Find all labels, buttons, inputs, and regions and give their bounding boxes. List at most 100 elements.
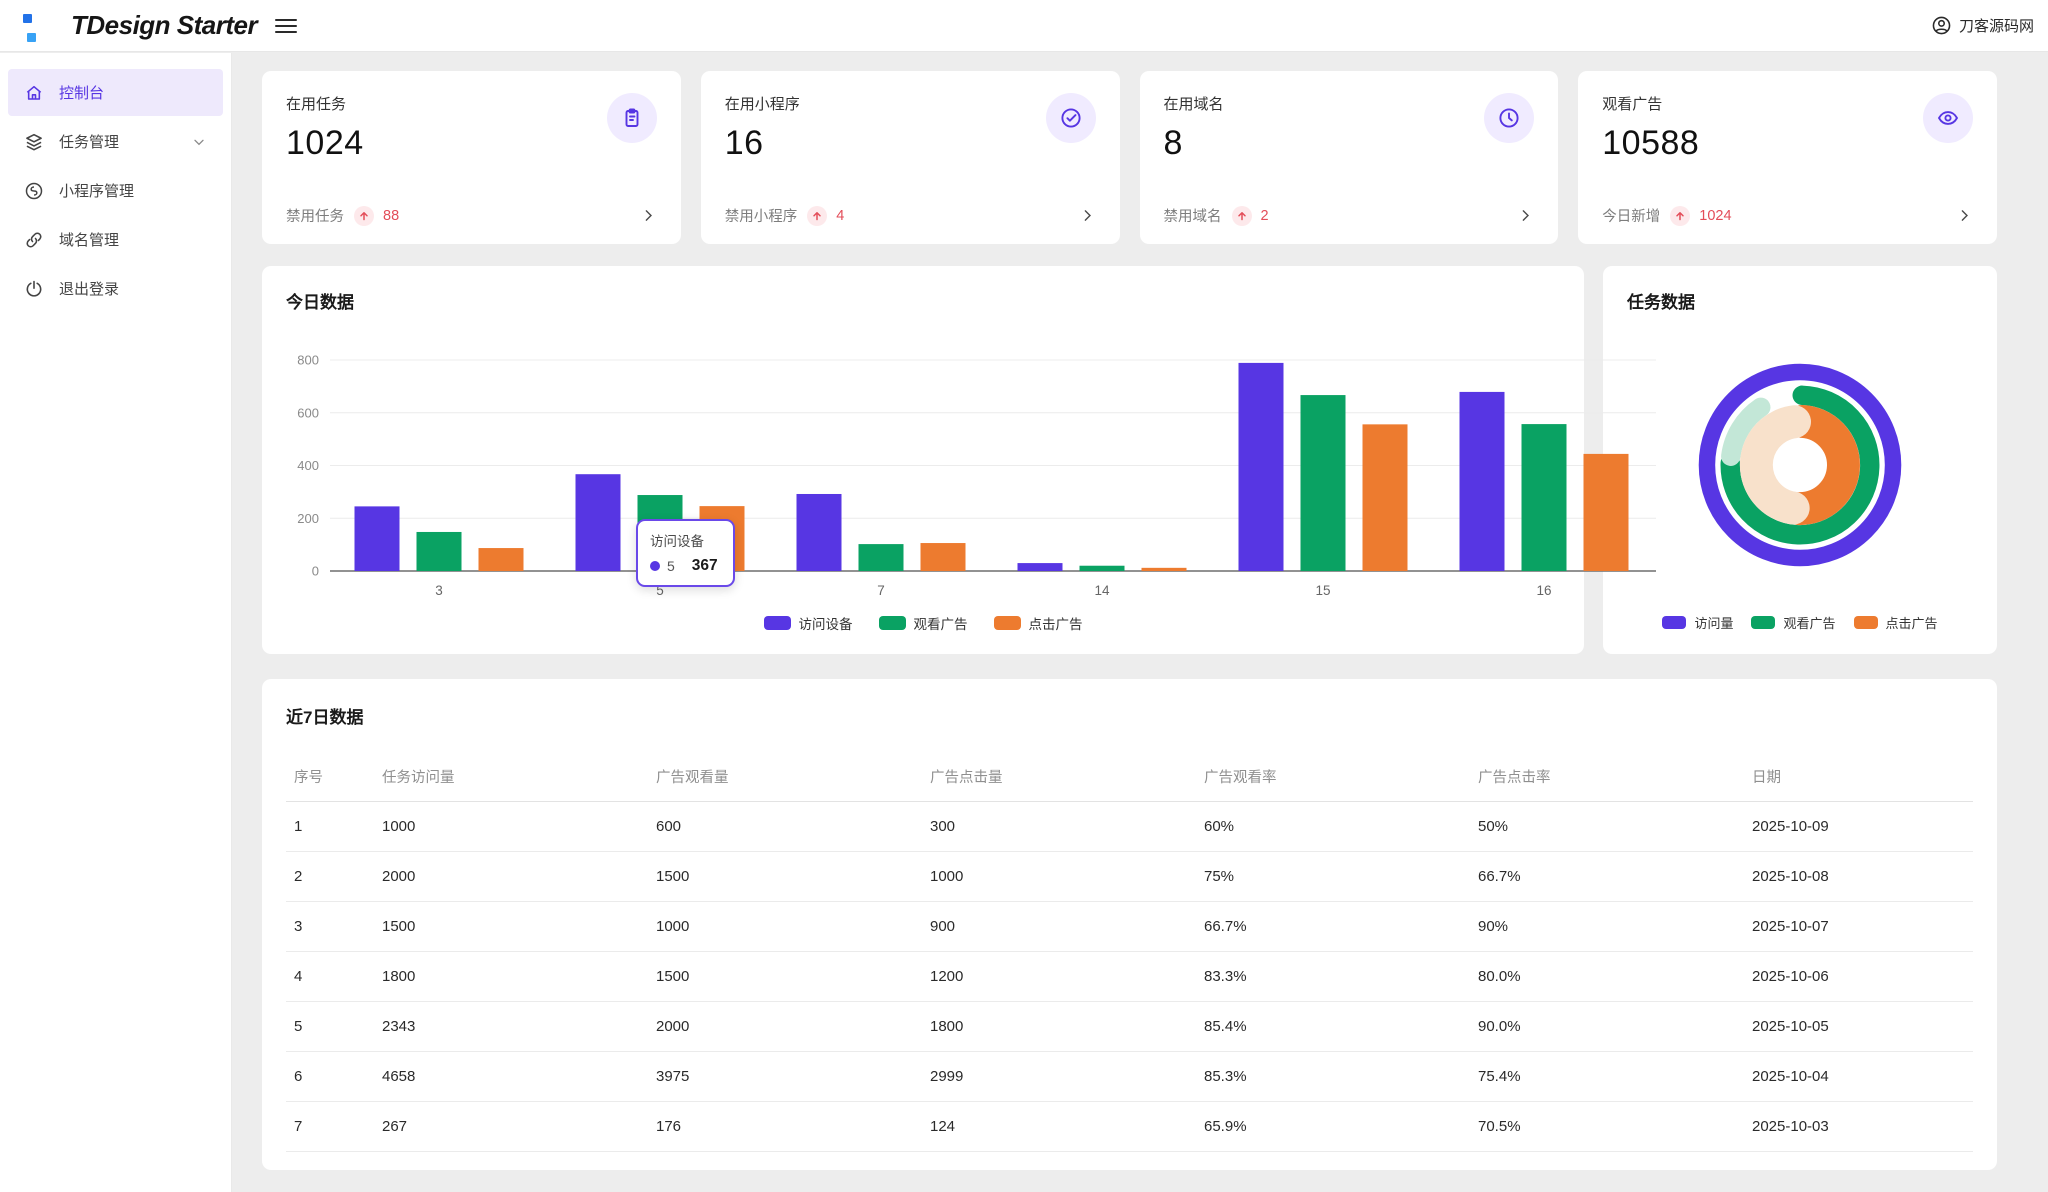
table-cell: 90% [1470,901,1744,952]
svg-text:14: 14 [1094,583,1110,598]
table-cell: 2000 [374,851,648,902]
legend-label: 访问量 [1694,616,1734,631]
bar-点击广告-14[interactable] [1141,567,1187,571]
sidebar-item-label: 任务管理 [59,134,120,151]
bar-访问设备-16[interactable] [1459,391,1505,571]
stat-label: 在用小程序 [724,96,800,113]
bar-访问设备-14[interactable] [1017,563,1063,571]
legend-item-访问量[interactable]: 访问量 [1662,613,1733,632]
table-cell: 65.9% [1196,1101,1470,1152]
legend-swatch [878,616,906,630]
last7days-title: 近7日数据 [286,708,364,727]
sidebar-item-label: 控制台 [59,85,105,102]
table-cell: 176 [648,1101,922,1152]
table-cell: 600 [648,801,922,852]
sidebar-item-miniprogram-management[interactable]: 小程序管理 [8,167,223,214]
bar-访问设备-7[interactable] [796,493,842,571]
table-cell: 6 [286,1051,374,1102]
bar-观看广告-15[interactable] [1300,395,1346,571]
stat-card-0: 在用任务 1024 禁用任务 88 [262,71,681,244]
last7days-table: 序号 任务访问量 广告观看量 广告点击量 广告观看率 广告点击率 日期 1 1000 600 30… [286,754,1973,1152]
bar-访问设备-5[interactable] [575,474,621,571]
table-cell: 2025-10-08 [1744,851,1973,902]
bar-点击广告-7[interactable] [920,543,966,571]
donut-segment[interactable] [1739,405,1812,525]
bar-点击广告-15[interactable] [1362,424,1408,571]
home-icon [26,85,42,100]
table-row: 5 2343 2000 1800 85.4% 90.0% 2025-10-05 [286,1001,1973,1052]
legend-item-观看广告[interactable]: 观看广告 [878,613,968,633]
table-cell: 3975 [648,1051,922,1102]
table-cell: 124 [922,1101,1196,1152]
table-cell: 1800 [374,951,648,1002]
table-cell: 900 [922,901,1196,952]
legend-item-点击广告[interactable]: 点击广告 [1853,613,1938,632]
stat-label: 在用任务 [286,96,347,113]
table-column-header: 广告点击量 [922,754,1196,802]
stat-value: 10588 [1602,124,1700,162]
stat-detail-chevron-icon[interactable] [640,207,657,224]
table-cell: 75% [1196,851,1470,902]
table-cell: 2025-10-06 [1744,951,1973,1002]
bar-观看广告-7[interactable] [858,544,904,571]
table-cell: 1800 [922,1001,1196,1052]
stats-row: 在用任务 1024 禁用任务 88 在用小程序 16 禁用小程序 4 在用域名 … [262,71,1997,244]
table-cell: 70.5% [1470,1101,1744,1152]
svg-text:200: 200 [297,511,319,526]
stat-value: 8 [1163,124,1183,162]
bar-访问设备-15[interactable] [1238,362,1284,571]
table-cell: 75.4% [1470,1051,1744,1102]
stat-detail-chevron-icon[interactable] [1956,207,1973,224]
bar-观看广告-3[interactable] [416,531,462,571]
legend-item-访问设备[interactable]: 访问设备 [763,613,853,633]
table-cell: 60% [1196,801,1470,852]
stat-detail-chevron-icon[interactable] [1079,207,1096,224]
stat-trend-value: 1024 [1699,207,1732,224]
legend-label: 访问设备 [798,617,853,632]
bar-chart: 0 200 400 600 800 3 5 7 14 15 16 访问设备 5 367 [262,323,1656,611]
table-cell: 4658 [374,1051,648,1102]
table-row: 1 1000 600 300 60% 50% 2025-10-09 [286,801,1973,852]
stat-trend-value: 4 [836,207,845,224]
sidebar-item-domain-management[interactable]: 域名管理 [8,216,223,263]
table-header-row: 序号 任务访问量 广告观看量 广告点击量 广告观看率 广告点击率 日期 [286,754,1973,802]
table-row: 3 1500 1000 900 66.7% 90% 2025-10-07 [286,901,1973,952]
table-cell: 5 [286,1001,374,1052]
trend-up-icon [354,205,374,226]
table-cell: 1 [286,801,374,852]
donut-segment[interactable] [1782,404,1860,526]
legend-item-点击广告[interactable]: 点击广告 [993,613,1083,633]
table-cell: 1500 [374,901,648,952]
check-circle-icon [1045,93,1096,143]
sidebar-item-label: 域名管理 [59,232,120,249]
table-column-header: 广告点击率 [1470,754,1744,802]
table-row: 2 2000 1500 1000 75% 66.7% 2025-10-08 [286,851,1973,902]
tooltip-series-dot [650,561,660,571]
sidebar-item-task-management[interactable]: 任务管理 [8,118,223,165]
svg-text:16: 16 [1536,583,1551,598]
sidebar-item-logout[interactable]: 退出登录 [8,265,223,312]
legend-swatch [1662,616,1687,629]
sidebar-item-dashboard[interactable]: 控制台 [8,69,223,116]
table-cell: 1000 [648,901,922,952]
power-icon [26,280,42,297]
table-cell: 50% [1470,801,1744,852]
hamburger-menu-icon[interactable] [275,15,298,37]
legend-item-观看广告[interactable]: 观看广告 [1751,613,1836,632]
stat-trend-value: 2 [1260,207,1269,224]
today-data-card: 今日数据 0 200 400 600 800 3 5 7 14 15 16 访问设备 5 367 访… [262,266,1656,654]
bar-点击广告-16[interactable] [1583,453,1629,571]
app-title: TDesign Starter [71,10,258,40]
legend-swatch [763,616,791,630]
user-menu[interactable]: 刀客源码网 [1931,15,2034,36]
legend-swatch [993,616,1021,630]
stat-detail-chevron-icon[interactable] [1517,207,1534,224]
bar-访问设备-3[interactable] [354,506,400,571]
bar-点击广告-3[interactable] [478,548,524,571]
bar-观看广告-14[interactable] [1079,565,1125,571]
svg-text:3: 3 [435,583,443,598]
link-icon [26,231,42,248]
table-cell: 2999 [922,1051,1196,1102]
table-cell: 1200 [922,951,1196,1002]
bar-观看广告-16[interactable] [1521,424,1567,571]
